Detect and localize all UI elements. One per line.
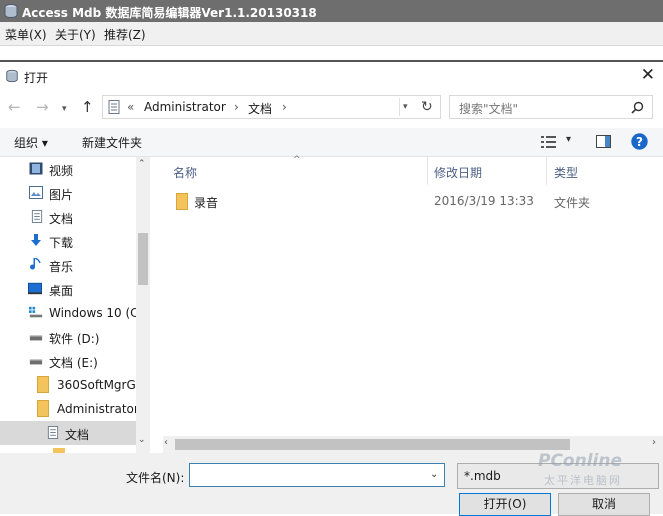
breadcrumb-separator-icon[interactable]: › <box>234 100 239 114</box>
filename-label: 文件名(N): <box>126 471 185 485</box>
dialog-database-icon <box>6 69 18 83</box>
scroll-right-icon[interactable]: › <box>652 437 656 448</box>
breadcrumb-documents[interactable]: 文档 <box>248 100 272 117</box>
nav-scrollbar[interactable]: ⌃ ⌄ <box>136 157 150 453</box>
up-arrow-icon[interactable]: ↑ <box>81 98 94 116</box>
search-icon[interactable] <box>631 101 644 114</box>
menu-item-menu[interactable]: 菜单(X) <box>5 26 47 43</box>
nav-item-documents[interactable]: 文档 <box>0 205 136 229</box>
recent-chevron-icon[interactable]: ▾ <box>62 100 67 118</box>
drive-icon <box>29 359 43 365</box>
command-toolbar: 组织 ▾ 新建文件夹 ▾ ? <box>0 128 663 157</box>
svg-text:?: ? <box>636 135 643 149</box>
nav-item-music[interactable]: 音乐 <box>0 253 136 277</box>
close-button[interactable]: ✕ <box>641 67 655 84</box>
column-header-name[interactable]: 名称 <box>173 164 197 181</box>
file-type: 文件夹 <box>554 196 591 210</box>
nav-item-documents-selected[interactable]: 文档 <box>0 421 136 445</box>
new-folder-button[interactable]: 新建文件夹 <box>82 134 142 151</box>
column-header-modified[interactable]: 修改日期 <box>434 164 482 181</box>
sort-ascending-icon: ^ <box>293 155 301 165</box>
menu-item-recommend[interactable]: 推荐(Z) <box>104 26 146 43</box>
nav-item-administrator[interactable]: Administrator <box>0 397 136 421</box>
app-title: Access Mdb 数据库简易编辑器Ver1.1.20130318 <box>22 6 317 20</box>
watermark-subtitle: 太平洋电脑网 <box>544 474 622 487</box>
folder-icon <box>37 376 49 393</box>
file-name: 录音 <box>194 196 219 210</box>
nav-item-360softmgr[interactable]: 360SoftMgrG <box>0 373 136 397</box>
forward-arrow-icon[interactable]: → <box>36 98 49 116</box>
document-icon <box>108 100 120 114</box>
documents-folder-icon <box>31 210 43 223</box>
help-icon[interactable]: ? <box>631 133 648 150</box>
nav-item-windows-drive[interactable]: Windows 10 (C <box>0 301 136 325</box>
documents-folder-icon <box>47 426 59 439</box>
address-divider <box>399 98 400 116</box>
view-chevron-icon[interactable]: ▾ <box>566 134 571 145</box>
back-arrow-icon[interactable]: ← <box>8 98 21 116</box>
breadcrumb-administrator[interactable]: Administrator <box>144 100 226 114</box>
filename-input[interactable] <box>189 463 445 487</box>
video-folder-icon <box>29 162 43 175</box>
filename-dropdown-chevron-icon[interactable]: ⌄ <box>430 469 438 480</box>
view-options-icon[interactable] <box>541 136 557 148</box>
cancel-button[interactable]: 取消 <box>558 493 650 516</box>
app-title-bar: Access Mdb 数据库简易编辑器Ver1.1.20130318 <box>0 0 663 22</box>
music-folder-icon <box>30 258 41 270</box>
scroll-down-icon[interactable]: ⌄ <box>138 435 146 445</box>
menu-item-about[interactable]: 关于(Y) <box>55 26 96 43</box>
column-separator[interactable] <box>546 157 547 185</box>
search-placeholder: 搜索"文档" <box>459 102 519 116</box>
dialog-title: 打开 <box>24 71 49 85</box>
breadcrumb-overflow[interactable]: « <box>127 100 134 114</box>
nav-item-downloads[interactable]: 下载 <box>0 229 136 253</box>
nav-item-desktop[interactable]: 桌面 <box>0 277 136 301</box>
folder-icon <box>37 400 49 417</box>
file-type-filter-value: *.mdb <box>464 469 501 483</box>
nav-item-pictures[interactable]: 图片 <box>0 181 136 205</box>
refresh-icon[interactable]: ↻ <box>421 97 433 117</box>
pictures-folder-icon <box>29 186 43 199</box>
app-database-icon <box>4 4 18 19</box>
desktop-folder-icon <box>28 282 42 295</box>
windows-drive-icon <box>29 306 43 318</box>
breadcrumb-separator-icon[interactable]: › <box>282 100 287 114</box>
file-row[interactable]: 录音 2016/3/19 13:33 文件夹 <box>166 189 663 213</box>
column-separator[interactable] <box>427 157 428 185</box>
watermark-logo: PConline <box>538 451 623 471</box>
dialog-title-bar: 打开 ✕ <box>0 60 663 92</box>
nav-scrollbar-thumb[interactable] <box>138 233 148 285</box>
scroll-up-icon[interactable]: ⌃ <box>138 159 146 169</box>
nav-item-drive-e[interactable]: 文档 (E:) <box>0 349 136 373</box>
nav-item-drive-d[interactable]: 软件 (D:) <box>0 325 136 349</box>
preview-pane-icon[interactable] <box>596 135 611 148</box>
navigation-pane: 视频 图片 文档 下载 音乐 桌面 Windows 10 (C 软件 (D:) … <box>0 157 150 453</box>
search-box[interactable]: 搜索"文档" <box>449 95 653 119</box>
open-button[interactable]: 打开(O) <box>459 493 551 516</box>
download-folder-icon <box>31 234 41 246</box>
address-bar[interactable]: « Administrator › 文档 › ▾ ↻ <box>102 95 441 119</box>
address-history-chevron-icon[interactable]: ▾ <box>403 96 408 118</box>
drive-icon <box>29 335 43 341</box>
hscrollbar-thumb[interactable] <box>175 439 570 450</box>
file-modified: 2016/3/19 13:33 <box>434 194 534 208</box>
app-menu-bar: 菜单(X) 关于(Y) 推荐(Z) <box>0 22 663 46</box>
scroll-left-icon[interactable]: ‹ <box>164 437 168 448</box>
nav-item-videos[interactable]: 视频 <box>0 157 136 181</box>
folder-icon <box>176 193 188 210</box>
organize-button[interactable]: 组织 ▾ <box>14 134 48 151</box>
column-header-type[interactable]: 类型 <box>554 164 578 181</box>
